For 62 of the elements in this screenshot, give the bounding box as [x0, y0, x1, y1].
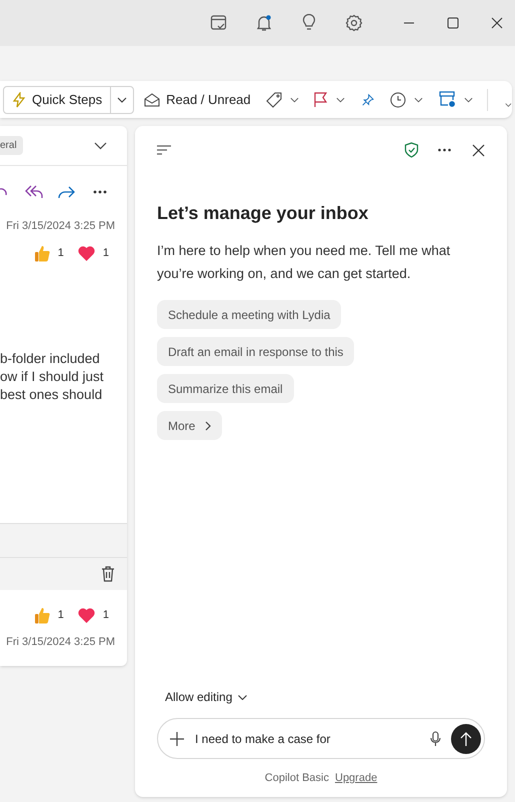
intro-text: I’m here to help when you need me. Tell me what you’re working on, and we can get started.	[157, 242, 452, 283]
reaction-count: 1	[58, 608, 64, 623]
reaction-count: 1	[102, 608, 109, 623]
suggestion-chip[interactable]: Schedule a meeting with Lydia	[157, 300, 342, 329]
thumbs-up-icon[interactable]	[34, 606, 50, 624]
read-unread-button[interactable]: Read / Unread	[144, 90, 251, 110]
body-text-line: b-folder included	[0, 350, 101, 368]
more-icon[interactable]	[438, 148, 451, 152]
chevron-down-icon[interactable]	[94, 142, 107, 150]
quick-steps-button[interactable]: Quick Steps	[3, 86, 134, 114]
allow-editing-dropdown[interactable]: Allow editing	[165, 688, 248, 706]
suggestion-chip[interactable]: Draft an email in response to this	[157, 337, 354, 366]
chat-input-field[interactable]: I need to make a case for	[157, 718, 485, 759]
plan-label: Copilot Basic	[264, 770, 329, 786]
reaction-count: 1	[58, 246, 64, 261]
pin-icon[interactable]	[362, 92, 374, 108]
bell-icon[interactable]	[255, 14, 273, 32]
reaction-count: 1	[102, 246, 109, 261]
chevron-down-icon[interactable]	[336, 96, 345, 102]
message-date: Fri 3/15/2024 3:25 PM	[6, 219, 115, 234]
forward-icon[interactable]	[58, 186, 75, 198]
chevron-down-icon	[238, 694, 248, 700]
flag-icon[interactable]	[314, 92, 328, 108]
shield-check-icon[interactable]	[404, 142, 419, 158]
chevron-down-icon[interactable]	[117, 96, 128, 102]
settings-icon[interactable]	[345, 14, 363, 32]
plus-icon[interactable]	[170, 732, 184, 746]
tag-icon[interactable]	[266, 92, 282, 108]
arrow-up-icon	[460, 732, 472, 746]
chevron-down-icon[interactable]	[464, 96, 473, 102]
menu-icon[interactable]	[157, 145, 171, 155]
clock-icon[interactable]	[390, 92, 406, 108]
archive-settings-icon[interactable]	[438, 91, 456, 108]
quick-steps-label: Quick Steps	[32, 90, 102, 109]
chevron-down-icon[interactable]	[414, 96, 423, 102]
more-icon[interactable]	[93, 190, 107, 194]
body-text-line: ow if I should just	[0, 368, 105, 386]
category-tag: eral	[0, 136, 23, 155]
lightning-icon	[12, 92, 26, 108]
message-date: Fri 3/15/2024 3:25 PM	[6, 634, 115, 650]
chevron-right-icon	[205, 420, 212, 430]
suggestion-chip[interactable]: Summarize this email	[157, 374, 294, 403]
body-text-line: best ones should	[0, 386, 104, 404]
thumbs-up-icon[interactable]	[34, 244, 50, 262]
trash-icon[interactable]	[101, 566, 115, 582]
envelope-icon	[144, 92, 160, 106]
heading: Let’s manage your inbox	[157, 202, 370, 225]
reply-all-icon[interactable]	[25, 185, 43, 199]
more-button[interactable]: More	[157, 411, 222, 440]
calendar-check-icon[interactable]	[210, 14, 228, 32]
heart-icon[interactable]	[78, 246, 95, 260]
chevron-down-icon[interactable]	[505, 102, 512, 108]
maximize-icon[interactable]	[447, 17, 459, 29]
lightbulb-icon[interactable]	[300, 14, 318, 32]
chevron-down-icon[interactable]	[290, 96, 299, 102]
send-button[interactable]	[451, 724, 481, 754]
close-icon[interactable]	[472, 144, 485, 156]
microphone-icon[interactable]	[430, 730, 441, 746]
heart-icon[interactable]	[78, 608, 95, 622]
message-input[interactable]: I need to make a case for	[195, 730, 430, 748]
close-icon[interactable]	[491, 17, 503, 29]
upgrade-link[interactable]: Upgrade	[335, 770, 378, 786]
